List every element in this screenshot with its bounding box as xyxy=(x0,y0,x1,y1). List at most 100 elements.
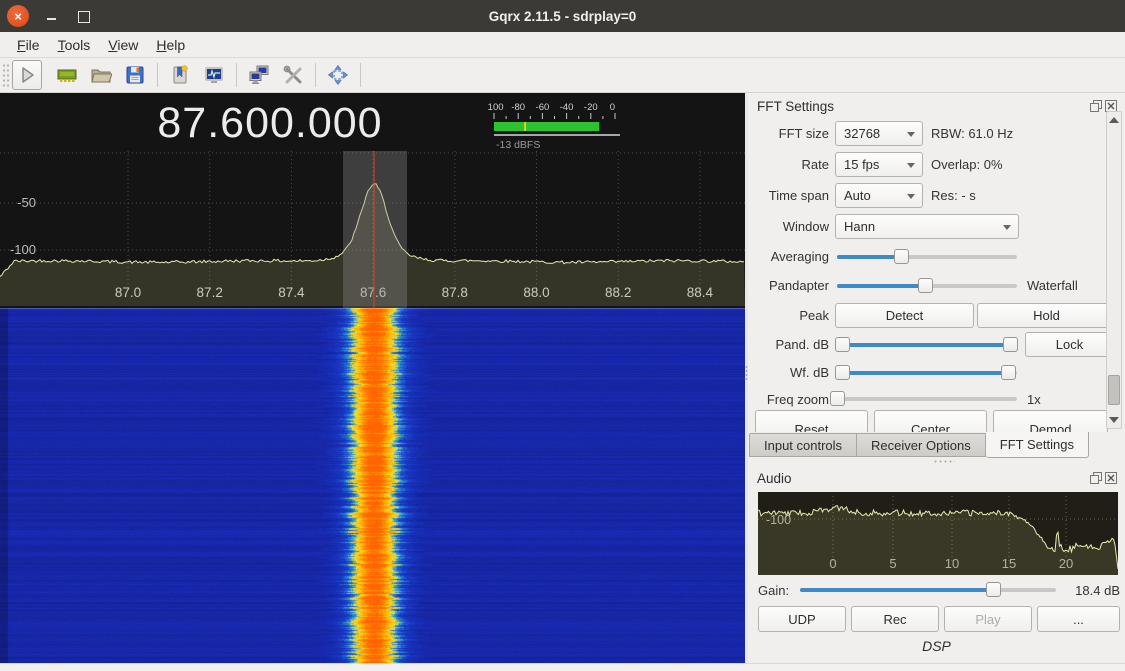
title-bar: × Gqrx 2.11.5 - sdrplay=0 xyxy=(0,0,1125,32)
fft-settings-dock: FFT Settings FFT size 32768 RBW: 61.0 Hz… xyxy=(748,93,1125,432)
scroll-up-icon[interactable] xyxy=(1109,117,1119,123)
svg-text:-100: -100 xyxy=(488,102,504,113)
status-bar xyxy=(0,663,1125,671)
close-button[interactable]: × xyxy=(7,5,29,27)
range-slider-max-handle[interactable] xyxy=(1003,337,1018,352)
play-button[interactable]: Play xyxy=(944,606,1032,632)
demod-button[interactable]: Demod xyxy=(993,410,1108,432)
res-value: Res: - s xyxy=(931,188,976,203)
time-span-combo[interactable]: Auto xyxy=(835,183,923,208)
pand-db-label: Pand. dB xyxy=(751,337,829,352)
range-slider-max-handle[interactable] xyxy=(1001,365,1016,380)
lock-button[interactable]: Lock xyxy=(1025,332,1114,357)
waterfall-canvas[interactable] xyxy=(0,308,745,663)
fullscreen-button[interactable] xyxy=(323,60,353,90)
toolbar-grip[interactable] xyxy=(2,63,10,87)
gain-value: 18.4 dB xyxy=(1075,583,1120,598)
signal-meter: -100-80-60-40-200-13 dBFS xyxy=(488,99,638,151)
fft-size-combo[interactable]: 32768 xyxy=(835,121,923,146)
open-folder-icon xyxy=(90,64,112,86)
maximize-button[interactable] xyxy=(78,11,90,23)
peak-detect-button[interactable]: Detect xyxy=(835,303,974,328)
slider-handle[interactable] xyxy=(830,391,845,406)
range-slider-min-handle[interactable] xyxy=(835,337,850,352)
menu-bar: File Tools View Help xyxy=(0,32,1125,58)
center-button[interactable]: Center xyxy=(874,410,987,432)
audio-gain-slider[interactable] xyxy=(798,582,1058,598)
toolbar-separator xyxy=(236,63,237,87)
chevron-down-icon xyxy=(907,163,915,168)
scrollbar-thumb[interactable] xyxy=(1108,375,1120,405)
tab-fft-settings[interactable]: FFT Settings xyxy=(986,432,1089,458)
svg-text:-20: -20 xyxy=(584,102,598,113)
waterfall-db-range-slider[interactable] xyxy=(835,365,1019,381)
toolbar-separator xyxy=(360,63,361,87)
toolbar-separator xyxy=(157,63,158,87)
bookmarks-button[interactable] xyxy=(165,60,195,90)
tools-icon xyxy=(282,64,304,86)
start-dsp-button[interactable] xyxy=(12,60,42,90)
rec-button[interactable]: Rec xyxy=(851,606,939,632)
remote-control-button[interactable] xyxy=(244,60,274,90)
dsp-label: DSP xyxy=(748,638,1125,654)
range-slider-min-handle[interactable] xyxy=(835,365,850,380)
menu-view[interactable]: View xyxy=(99,34,147,56)
svg-text:-50: -50 xyxy=(17,195,36,210)
slider-handle[interactable] xyxy=(918,278,933,293)
wf-db-label: Wf. dB xyxy=(751,365,829,380)
audio-spectrum-plot: -100051015202 xyxy=(758,492,1118,575)
freq-zoom-value: 1x xyxy=(1027,392,1041,407)
tools-button[interactable] xyxy=(278,60,308,90)
configure-io-button[interactable] xyxy=(52,60,82,90)
chevron-down-icon xyxy=(907,132,915,137)
averaging-label: Averaging xyxy=(751,249,829,264)
menu-help[interactable]: Help xyxy=(147,34,194,56)
remote-control-icon xyxy=(248,64,270,86)
menu-file[interactable]: File xyxy=(8,34,49,56)
overlap-value: Overlap: 0% xyxy=(931,157,1003,172)
tab-input-controls[interactable]: Input controls xyxy=(749,433,857,457)
svg-text:10: 10 xyxy=(945,556,959,571)
play-icon xyxy=(16,64,38,86)
fft-size-label: FFT size xyxy=(751,126,829,141)
frequency-readout[interactable]: 87.600.000 xyxy=(0,99,540,148)
reset-button[interactable]: Reset xyxy=(755,410,868,432)
audio-options-button[interactable]: ... xyxy=(1037,606,1120,632)
toolbar-separator xyxy=(315,63,316,87)
svg-text:-100: -100 xyxy=(10,242,36,257)
menu-tools[interactable]: Tools xyxy=(49,34,100,56)
gain-label: Gain: xyxy=(758,583,798,598)
close-dock-icon[interactable] xyxy=(1105,472,1117,484)
waterfall[interactable] xyxy=(0,308,745,663)
fft-settings-title: FFT Settings xyxy=(757,99,834,114)
iq-scope-icon xyxy=(203,64,225,86)
pandapter-db-range-slider[interactable] xyxy=(835,337,1019,353)
rate-combo[interactable]: 15 fps xyxy=(835,152,923,177)
save-settings-button[interactable] xyxy=(120,60,150,90)
load-settings-button[interactable] xyxy=(86,60,116,90)
pandapter-waterfall-split-slider[interactable] xyxy=(835,278,1019,294)
slider-handle[interactable] xyxy=(894,249,909,264)
fullscreen-move-icon xyxy=(327,64,349,86)
peak-hold-button[interactable]: Hold xyxy=(977,303,1116,328)
svg-text:20: 20 xyxy=(1059,556,1073,571)
udp-button[interactable]: UDP xyxy=(758,606,846,632)
scroll-down-icon[interactable] xyxy=(1109,417,1119,423)
dsp-memory-icon xyxy=(56,64,78,86)
svg-text:-40: -40 xyxy=(560,102,574,113)
svg-text:-80: -80 xyxy=(511,102,525,113)
minimize-button[interactable] xyxy=(47,18,56,20)
pandapter[interactable]: -50-10087.087.287.487.687.888.088.288.4 … xyxy=(0,93,745,308)
gqrx-window: × Gqrx 2.11.5 - sdrplay=0 File Tools Vie… xyxy=(0,0,1125,671)
slider-handle[interactable] xyxy=(986,582,1001,597)
splitter-handle-icon[interactable] xyxy=(933,460,955,463)
float-dock-icon[interactable] xyxy=(1090,100,1102,112)
svg-text:-100: -100 xyxy=(766,513,791,527)
window-combo[interactable]: Hann xyxy=(835,214,1019,239)
iq-tool-button[interactable] xyxy=(199,60,229,90)
tab-receiver-options[interactable]: Receiver Options xyxy=(857,433,986,457)
fft-panel-scrollbar[interactable] xyxy=(1106,111,1122,429)
freq-zoom-slider[interactable] xyxy=(835,391,1019,407)
float-dock-icon[interactable] xyxy=(1090,472,1102,484)
averaging-slider[interactable] xyxy=(835,249,1019,265)
